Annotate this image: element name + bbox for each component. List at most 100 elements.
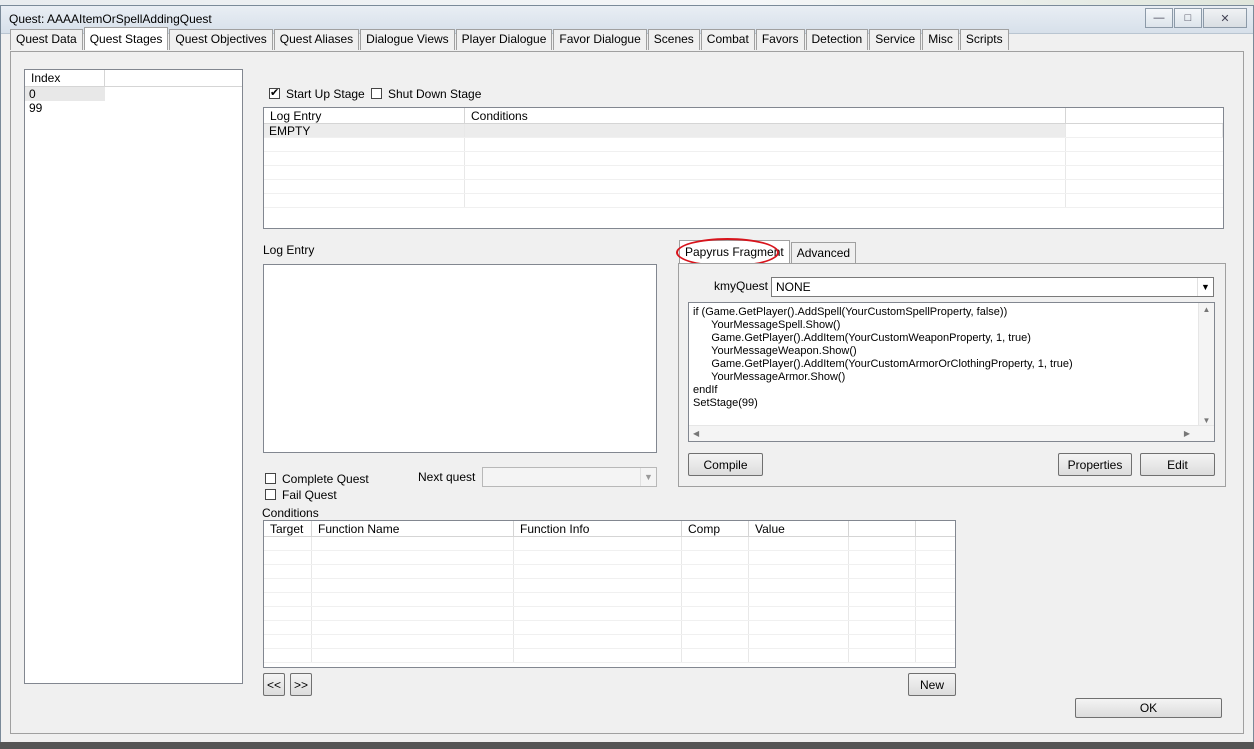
code-line: Game.GetPlayer().AddItem(YourCustomWeapo…: [693, 332, 1031, 344]
shut-down-stage-checkbox[interactable]: [371, 88, 382, 100]
kmyquest-label: kmyQuest: [714, 279, 769, 293]
complete-quest-label: Complete Quest: [282, 471, 369, 486]
start-up-stage-checkbox[interactable]: [269, 86, 280, 100]
target-column-header[interactable]: Target: [264, 521, 312, 536]
code-line: YourMessageArmor.Show(): [693, 371, 846, 383]
next-quest-dropdown[interactable]: ▼: [482, 467, 657, 487]
scroll-left-icon[interactable]: ◀: [693, 429, 699, 438]
fail-quest-option[interactable]: Fail Quest: [265, 487, 337, 502]
start-up-stage-label: Start Up Stage: [286, 86, 365, 101]
log-entries-grid[interactable]: Log Entry Conditions EMPTY: [263, 107, 1224, 229]
log-entries-empty-row: [264, 152, 1223, 166]
close-button[interactable]: ✕: [1203, 8, 1247, 28]
code-line: if (Game.GetPlayer().AddSpell(YourCustom…: [693, 306, 1008, 318]
chevron-down-icon[interactable]: ▼: [1197, 278, 1213, 296]
tab-player-dialogue[interactable]: Player Dialogue: [455, 29, 553, 50]
code-horizontal-scrollbar[interactable]: ◀ ▶: [689, 425, 1214, 441]
tab-quest-stages[interactable]: Quest Stages: [83, 27, 169, 50]
minimize-button[interactable]: —: [1145, 8, 1173, 28]
log-entries-empty-row: [264, 166, 1223, 180]
code-line: endIf: [693, 384, 718, 396]
new-condition-button[interactable]: New: [908, 673, 956, 696]
ok-button[interactable]: OK: [1075, 698, 1222, 718]
tab-favors[interactable]: Favors: [755, 29, 805, 50]
scroll-up-icon[interactable]: ▲: [1203, 305, 1211, 314]
conditions-empty-row: [264, 565, 955, 579]
tab-detection[interactable]: Detection: [805, 29, 869, 50]
tab-scenes[interactable]: Scenes: [647, 29, 700, 50]
tab-service[interactable]: Service: [869, 29, 922, 50]
tab-scripts[interactable]: Scripts: [959, 29, 1009, 50]
fail-quest-checkbox[interactable]: [265, 489, 276, 501]
log-entries-header: Log Entry Conditions: [264, 108, 1223, 124]
chevron-down-icon[interactable]: ▼: [640, 468, 656, 486]
conditions-grid[interactable]: Target Function Name Function Info Comp …: [263, 520, 956, 668]
tab-dialogue-views[interactable]: Dialogue Views: [360, 29, 455, 50]
maximize-button[interactable]: □: [1174, 8, 1202, 28]
fail-quest-label: Fail Quest: [282, 487, 337, 502]
comp-column-header[interactable]: Comp: [682, 521, 749, 536]
edit-button[interactable]: Edit: [1140, 453, 1215, 476]
code-vertical-scrollbar[interactable]: ▲ ▼: [1198, 303, 1214, 427]
conditions-empty-row: [264, 579, 955, 593]
next-condition-button[interactable]: >>: [290, 673, 312, 696]
code-line: YourMessageSpell.Show(): [693, 319, 841, 331]
tab-combat[interactable]: Combat: [700, 29, 755, 50]
spare-cell: [1066, 124, 1223, 137]
function-name-column-header[interactable]: Function Name: [312, 521, 514, 536]
complete-quest-option[interactable]: Complete Quest: [265, 471, 369, 486]
log-entry-cell: EMPTY: [264, 124, 465, 137]
papyrus-code-editor[interactable]: if (Game.GetPlayer().AddSpell(YourCustom…: [688, 302, 1215, 442]
previous-condition-button[interactable]: <<: [263, 673, 285, 696]
index-column-header[interactable]: Index: [25, 70, 105, 86]
conditions-empty-row: [264, 649, 955, 663]
scroll-down-icon[interactable]: ▼: [1203, 416, 1211, 425]
code-line: SetStage(99): [693, 397, 758, 409]
start-up-stage-option[interactable]: Start Up Stage: [269, 86, 365, 101]
tab-quest-data[interactable]: Quest Data: [10, 29, 83, 50]
window-title: Quest: AAAAItemOrSpellAddingQuest: [9, 12, 212, 26]
conditions-column-header[interactable]: Conditions: [465, 108, 1066, 123]
code-lines: if (Game.GetPlayer().AddSpell(YourCustom…: [689, 303, 1214, 410]
conditions-label: Conditions: [262, 506, 319, 520]
kmyquest-value: NONE: [776, 280, 811, 294]
conditions-grid-header: Target Function Name Function Info Comp …: [264, 521, 955, 537]
tab-quest-aliases[interactable]: Quest Aliases: [273, 29, 360, 50]
tab-advanced[interactable]: Advanced: [790, 242, 857, 263]
index-row-0[interactable]: 0: [25, 87, 105, 101]
scroll-right-icon[interactable]: ▶: [1184, 429, 1190, 438]
index-row-99[interactable]: 99: [25, 101, 105, 115]
log-entries-empty-row: [264, 180, 1223, 194]
spare-column-header: [916, 521, 955, 536]
code-line: Game.GetPlayer().AddItem(YourCustomArmor…: [693, 358, 1073, 370]
properties-button[interactable]: Properties: [1058, 453, 1132, 476]
taskbar-strip: [0, 742, 1254, 749]
stage-index-list[interactable]: Index 0 99: [24, 69, 243, 684]
log-entry-column-header[interactable]: Log Entry: [264, 108, 465, 123]
index-spare-column-header: [105, 70, 242, 86]
conditions-empty-row: [264, 635, 955, 649]
compile-button[interactable]: Compile: [688, 453, 763, 476]
log-entries-empty-row: [264, 138, 1223, 152]
quest-tabs: Quest Data Quest Stages Quest Objectives…: [10, 27, 1010, 50]
function-info-column-header[interactable]: Function Info: [514, 521, 682, 536]
conditions-empty-row: [264, 537, 955, 551]
tab-quest-objectives[interactable]: Quest Objectives: [169, 29, 273, 50]
shut-down-stage-label: Shut Down Stage: [388, 86, 482, 101]
conditions-empty-row: [264, 551, 955, 565]
code-line: YourMessageWeapon.Show(): [693, 345, 857, 357]
conditions-empty-row: [264, 593, 955, 607]
index-list-header: Index: [25, 70, 242, 87]
log-entry-label: Log Entry: [263, 243, 315, 257]
conditions-cell: [465, 124, 1066, 137]
kmyquest-dropdown[interactable]: NONE ▼: [771, 277, 1214, 297]
conditions-empty-row: [264, 621, 955, 635]
tab-favor-dialogue[interactable]: Favor Dialogue: [553, 29, 647, 50]
log-entry-textarea[interactable]: [263, 264, 657, 453]
tab-misc[interactable]: Misc: [922, 29, 959, 50]
log-entries-empty-row: [264, 194, 1223, 208]
shut-down-stage-option[interactable]: Shut Down Stage: [371, 86, 481, 101]
complete-quest-checkbox[interactable]: [265, 473, 276, 485]
log-entry-row[interactable]: EMPTY: [264, 124, 1223, 138]
value-column-header[interactable]: Value: [749, 521, 849, 536]
